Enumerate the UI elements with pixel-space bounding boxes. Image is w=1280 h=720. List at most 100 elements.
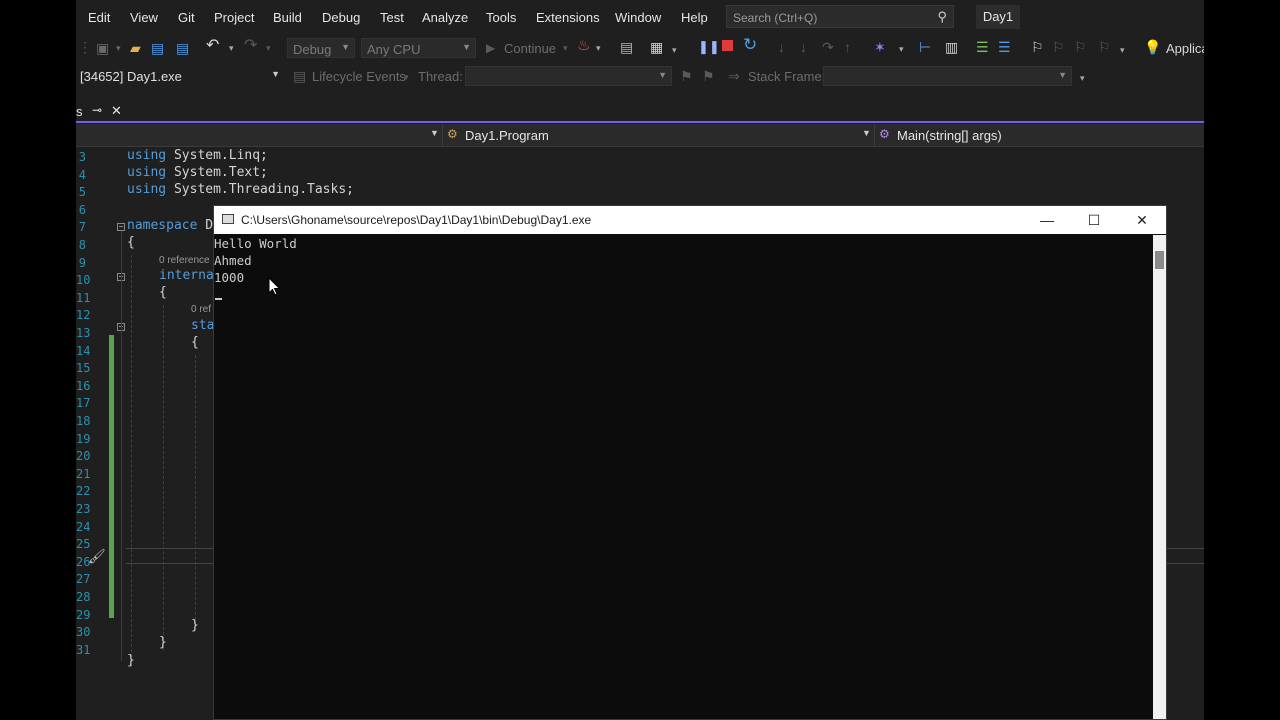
step-out-icon[interactable]: ↑: [844, 39, 851, 55]
menu-window[interactable]: Window: [615, 10, 661, 25]
open-folder-icon[interactable]: ▰: [130, 40, 141, 56]
document-tab[interactable]: s: [76, 104, 83, 119]
console-line: 1000: [214, 270, 245, 285]
code-line-7: namespace D: [127, 218, 213, 233]
references-codelens[interactable]: 0 ref: [191, 304, 211, 315]
diagnostics-icon[interactable]: ▦: [650, 39, 663, 55]
maximize-button[interactable]: ☐: [1071, 206, 1117, 234]
continue-button[interactable]: Continue: [504, 41, 556, 56]
debug-location-toolbar: [34652] Day1.exe ▼ ▤ Lifecycle Events ▾ …: [76, 62, 1204, 90]
type-dropdown[interactable]: Day1.Program: [465, 128, 549, 143]
flag-thread-icon[interactable]: ⚑: [680, 68, 693, 84]
close-button[interactable]: ✕: [1119, 206, 1165, 234]
line-number: 29: [76, 607, 91, 622]
diagnostics-dropdown-icon[interactable]: ▾: [672, 42, 677, 58]
lightbulb-icon[interactable]: 💡: [1144, 39, 1161, 55]
undo-dropdown-icon[interactable]: ▾: [229, 40, 234, 56]
code-cleanup-icon[interactable]: 🖌: [88, 549, 106, 565]
line-number: 31: [76, 642, 91, 657]
menu-analyze[interactable]: Analyze: [422, 10, 468, 25]
process-explorer-icon[interactable]: ▤: [620, 39, 633, 55]
console-output: Hello World Ahmed 1000: [214, 235, 297, 286]
chevron-down-icon: ▼: [658, 70, 667, 80]
indent-guide: [195, 355, 196, 630]
console-title-bar[interactable]: C:\Users\Ghoname\source\repos\Day1\Day1\…: [214, 206, 1166, 234]
hot-reload-dropdown-icon[interactable]: ▾: [596, 40, 601, 56]
line-number: 3: [78, 150, 86, 164]
step-into-icon[interactable]: ↓: [800, 39, 807, 55]
outdent-icon[interactable]: ☰: [998, 39, 1011, 55]
new-project-dropdown-icon[interactable]: ▾: [116, 40, 121, 56]
search-box[interactable]: Search (Ctrl+Q) ⚲: [726, 5, 954, 28]
next-bookmark-icon[interactable]: ⚐: [1074, 39, 1087, 55]
redo-dropdown-icon[interactable]: ▾: [266, 40, 271, 56]
thread-icon[interactable]: ⊢: [919, 39, 931, 55]
keyword: using: [127, 165, 167, 180]
project-dropdown-icon[interactable]: ▼: [430, 128, 439, 138]
references-codelens[interactable]: 0 reference: [159, 255, 210, 266]
menu-extensions[interactable]: Extensions: [536, 10, 600, 25]
lifecycle-dropdown-icon[interactable]: ▾: [404, 69, 409, 85]
platform-value: Any CPU: [367, 42, 421, 57]
line-number: 18: [76, 414, 91, 428]
solution-name-badge[interactable]: Day1: [976, 5, 1020, 29]
line-number: 25: [76, 537, 91, 552]
toolbar-overflow-icon[interactable]: ▾: [1080, 70, 1085, 86]
hot-path-dropdown-icon[interactable]: ▾: [899, 41, 904, 57]
code-line-28: }: [191, 618, 199, 633]
lifecycle-events-button[interactable]: Lifecycle Events: [312, 69, 406, 84]
menu-project[interactable]: Project: [214, 10, 254, 25]
redo-icon[interactable]: ↷: [244, 38, 257, 54]
save-icon[interactable]: ▤: [151, 40, 164, 56]
toolbar-overflow-icon[interactable]: ▾: [1120, 42, 1125, 58]
member-dropdown[interactable]: Main(string[] args): [897, 128, 1002, 143]
pin-icon[interactable]: ⊸: [92, 103, 102, 117]
close-tab-icon[interactable]: ✕: [111, 103, 122, 119]
app-insights-button[interactable]: Applica: [1166, 41, 1204, 56]
line-number: 7: [78, 220, 86, 235]
console-scrollbar[interactable]: [1153, 235, 1166, 719]
solution-config-select[interactable]: Debug ▼: [287, 38, 355, 58]
menu-build[interactable]: Build: [273, 10, 302, 25]
stack-frame-select[interactable]: ▼: [823, 66, 1072, 86]
prev-bookmark-icon[interactable]: ⚐: [1052, 39, 1065, 55]
menu-git[interactable]: Git: [178, 10, 195, 25]
console-window[interactable]: C:\Users\Ghoname\source\repos\Day1\Day1\…: [213, 205, 1167, 720]
restart-icon[interactable]: ↻: [743, 36, 757, 53]
play-icon[interactable]: ▶: [486, 40, 495, 56]
bookmark-icon[interactable]: ⚐: [1031, 39, 1044, 55]
stack-frame-icon: ⇒: [728, 68, 740, 84]
menu-bar: Edit View Git Project Build Debug Test A…: [76, 0, 1204, 34]
text-cursor: [215, 298, 222, 300]
menu-help[interactable]: Help: [681, 10, 708, 25]
clear-bookmarks-icon[interactable]: ⚐: [1098, 39, 1111, 55]
step-over-icon[interactable]: ↷: [822, 39, 834, 55]
menu-debug[interactable]: Debug: [322, 10, 360, 25]
scrollbar-thumb[interactable]: [1155, 251, 1164, 269]
thread-select[interactable]: ▼: [465, 66, 672, 86]
hot-reload-icon[interactable]: ♨: [577, 38, 590, 54]
process-select[interactable]: [34652] Day1.exe ▼: [76, 66, 284, 86]
menu-view[interactable]: View: [130, 10, 158, 25]
save-all-icon[interactable]: ▤: [176, 40, 189, 56]
collapse-icon[interactable]: −: [117, 223, 125, 231]
stop-icon[interactable]: [722, 40, 733, 51]
new-project-icon[interactable]: ▣: [96, 40, 109, 56]
line-number: 10: [76, 273, 91, 288]
type-dropdown-icon[interactable]: ▼: [862, 128, 871, 138]
menu-tools[interactable]: Tools: [486, 10, 516, 25]
pause-icon[interactable]: ❚❚: [698, 39, 720, 55]
menu-test[interactable]: Test: [380, 10, 404, 25]
show-next-statement-icon[interactable]: ↓: [778, 39, 785, 55]
minimize-button[interactable]: —: [1024, 206, 1070, 234]
platform-select[interactable]: Any CPU ▼: [361, 38, 476, 58]
line-number: 22: [76, 484, 91, 499]
continue-dropdown-icon[interactable]: ▾: [563, 40, 568, 56]
hot-path-icon[interactable]: ✶: [874, 39, 886, 55]
flag-all-icon[interactable]: ⚑: [702, 68, 715, 84]
undo-icon[interactable]: ↶: [206, 38, 219, 54]
indent-icon[interactable]: ☰: [976, 39, 989, 55]
keyword: namespace: [127, 218, 198, 233]
menu-edit[interactable]: Edit: [88, 10, 110, 25]
stack-icon[interactable]: ▥: [945, 39, 958, 55]
